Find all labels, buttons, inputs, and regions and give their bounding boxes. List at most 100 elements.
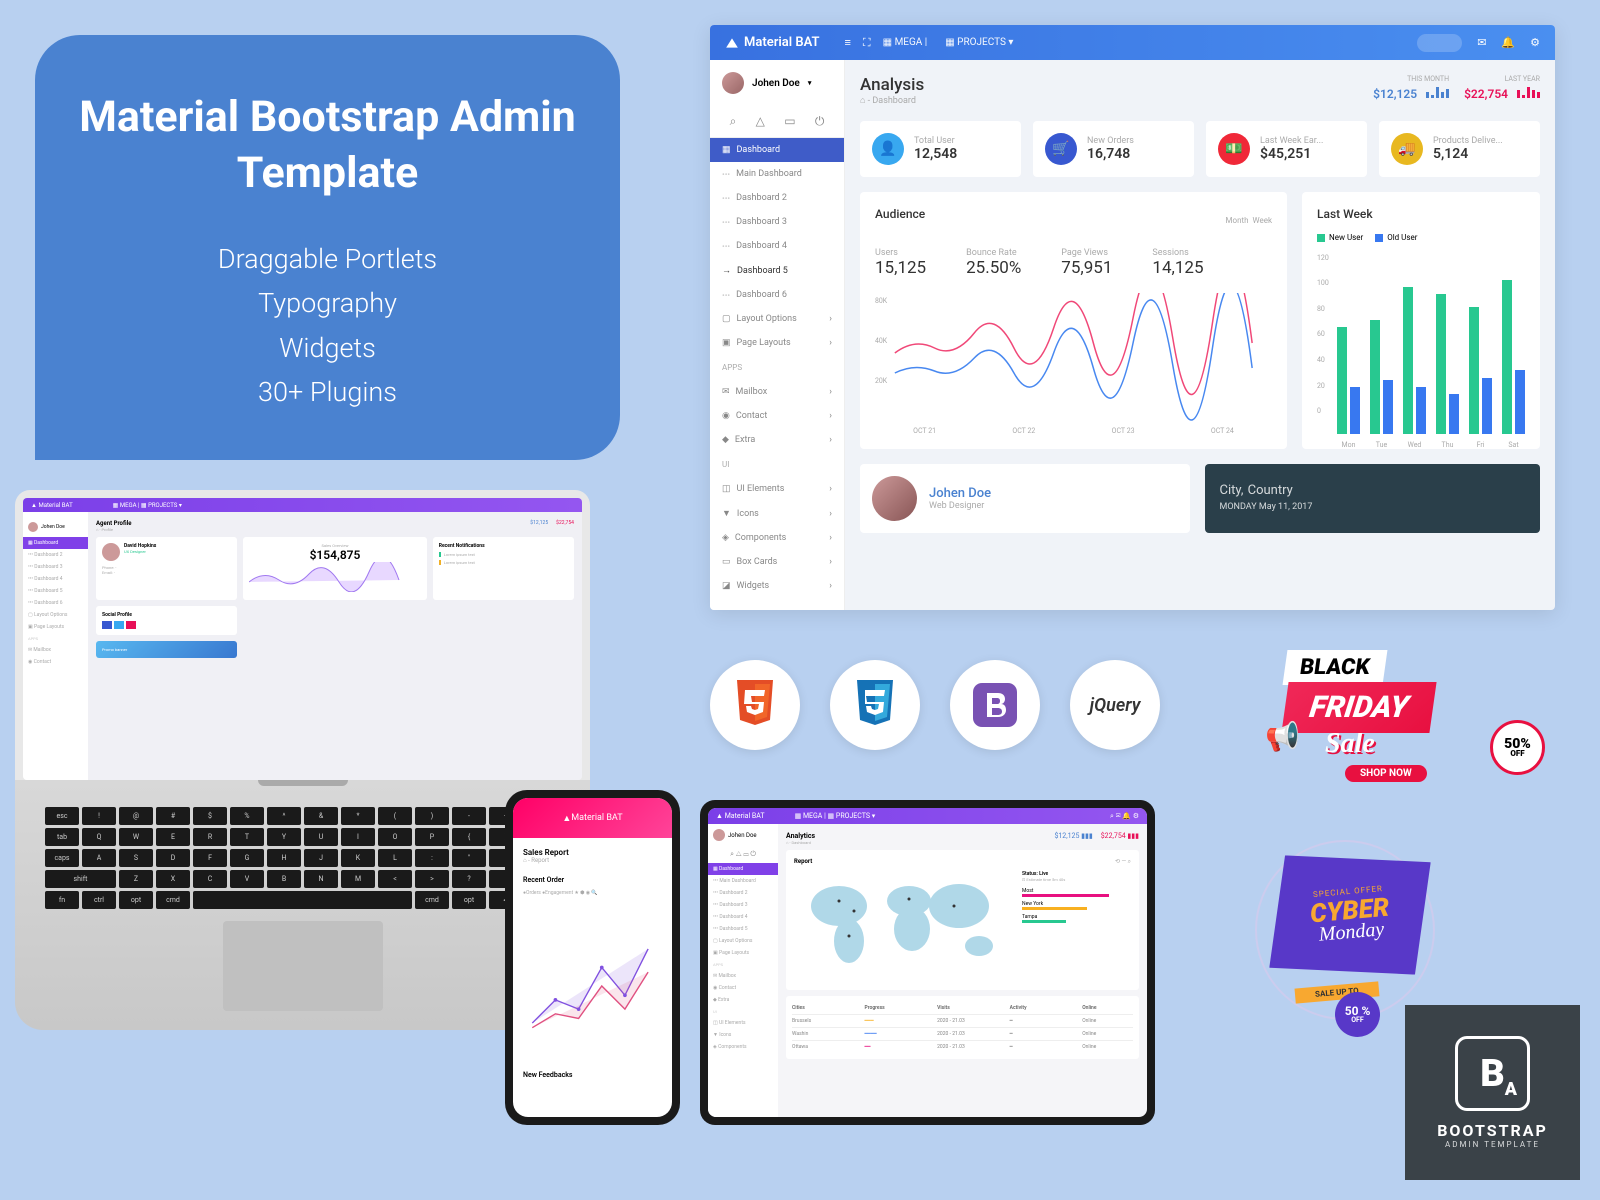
sidebar-item[interactable]: ◈ Components› xyxy=(710,526,844,550)
sidebar-user[interactable]: Johen Doe▾ xyxy=(710,60,844,106)
bf-discount-circle: 50%OFF xyxy=(1490,720,1545,775)
promo-feature: Draggable Portlets xyxy=(75,237,580,282)
profile-name: Johen Doe xyxy=(929,486,991,501)
tablet-topbar: ▲ Material BAT▦ MEGA | ▦ PROJECTS ▾⌕ ✉ 🔔… xyxy=(708,808,1147,824)
search-icon[interactable]: ⌕ xyxy=(730,114,737,129)
sidebar-header: APPS xyxy=(710,355,844,380)
bf-friday-label: FRIDAY xyxy=(1281,682,1436,733)
svg-text:40K: 40K xyxy=(875,337,888,345)
kpi-card[interactable]: 💵Last Week Ear...$45,251 xyxy=(1206,121,1367,177)
tablet-map-card: Report⟲ — ⌕ Status: Live ⊡ xyxy=(786,850,1139,990)
bf-shop-button[interactable]: SHOP NOW xyxy=(1345,765,1427,782)
last-week-card: Last Week New User Old User 120100806040… xyxy=(1302,192,1540,449)
sidebar-item[interactable]: ✉ Mailbox› xyxy=(710,380,844,404)
nav-projects[interactable]: ▦ PROJECTS ▾ xyxy=(945,37,1013,48)
sidebar-item[interactable]: ◆ Extra› xyxy=(710,428,844,452)
profile-card[interactable]: Johen DoeWeb Designer xyxy=(860,464,1190,533)
promo-feature: 30+ Plugins xyxy=(75,370,580,415)
phone-chart xyxy=(523,911,662,1061)
tablet-sidebar: Johen Doe ⌕ △ ▭ ⏻ ▦ Dashboard ••• Main D… xyxy=(708,824,778,1117)
laptop-keyboard: esc!@#$%^&*()-+⌫ tabQWERTYUIOP{}| capsAS… xyxy=(45,807,560,909)
card-title: Audience xyxy=(875,207,925,221)
black-friday-badge[interactable]: BLACK FRIDAY Sale SHOP NOW 50%OFF 📢 xyxy=(1285,650,1545,800)
menu-toggle-icon[interactable]: ≡ xyxy=(845,36,851,49)
html5-badge xyxy=(710,660,800,750)
sidebar-item[interactable]: ▣ Page Layouts› xyxy=(710,331,844,355)
sidebar-item[interactable]: ▼ Icons› xyxy=(710,501,844,526)
promo-feature: Widgets xyxy=(75,326,580,371)
bell-icon[interactable]: △ xyxy=(756,114,765,129)
sidebar-header: UI xyxy=(710,452,844,477)
laptop-trackpad xyxy=(223,921,383,1011)
brand-logo[interactable]: Material BAT xyxy=(725,35,820,50)
cm-percent-circle: 50 %OFF xyxy=(1335,992,1380,1037)
card-title: Last Week xyxy=(1317,207,1525,221)
laptop-social-card: Social Profile xyxy=(96,606,237,635)
sidebar-item[interactable]: ◉ Contact› xyxy=(710,404,844,428)
phone-section-title: Recent Order xyxy=(523,876,662,884)
laptop-page-title: Agent Profile xyxy=(96,520,131,527)
sidebar-item[interactable]: ▭ Box Cards› xyxy=(710,550,844,574)
sidebar-item[interactable]: → Dashboard 5 xyxy=(710,258,844,283)
laptop-topbar: ▲ Material BAT▦ MEGA | ▦ PROJECTS ▾ xyxy=(23,498,582,512)
avatar xyxy=(872,476,917,521)
user-icon: 👤 xyxy=(872,133,904,165)
bell-icon[interactable]: 🔔 xyxy=(1501,36,1515,49)
cm-monday-label: Monday xyxy=(1318,918,1385,947)
phone-page-title: Sales Report xyxy=(523,848,662,857)
jquery-badge: jQuery xyxy=(1070,660,1160,750)
page-title: Analysis xyxy=(860,75,924,95)
phone-footer-title: New Feedbacks xyxy=(523,1071,662,1079)
header-stat-year: LAST YEAR $22,754 xyxy=(1464,75,1540,102)
power-icon[interactable]: ⏻ xyxy=(815,114,825,129)
mail-icon[interactable]: ✉ xyxy=(1477,36,1486,49)
laptop-notif-card: Recent NotificationsLorem ipsum textLore… xyxy=(433,537,574,600)
chart-legend: New User Old User xyxy=(1317,233,1525,244)
breadcrumb[interactable]: ⌂ - Dashboard xyxy=(860,95,924,106)
phone-breadcrumb: ⌂ - Report xyxy=(523,857,662,864)
promo-title: Material Bootstrap Admin Template xyxy=(75,90,580,202)
svg-text:20K: 20K xyxy=(875,377,888,385)
phone-mockup: ▲ Material BAT Sales Report ⌂ - Report R… xyxy=(505,790,680,1125)
kpi-card[interactable]: 👤Total User12,548 xyxy=(860,121,1021,177)
period-month[interactable]: Month xyxy=(1226,216,1249,225)
laptop-profile-card: David HopkinsUX DesignerPhone: -Email: - xyxy=(96,537,237,600)
gear-icon[interactable]: ⚙ xyxy=(1530,36,1540,49)
sidebar-item[interactable]: ◫ UI Elements› xyxy=(710,477,844,501)
tablet-table: CitiesProgressVisitsActivityOnline Bruss… xyxy=(786,996,1139,1059)
dashboard-preview: Material BAT ≡ ⛶ ▦ MEGA | ▦ PROJECTS ▾ ✉… xyxy=(710,25,1555,610)
nav-mega[interactable]: ▦ MEGA | xyxy=(883,37,928,48)
dashboard-topbar: Material BAT ≡ ⛶ ▦ MEGA | ▦ PROJECTS ▾ ✉… xyxy=(710,25,1555,60)
sidebar-item[interactable]: ◪ Widgets› xyxy=(710,574,844,598)
tablet-page-title: Analytics xyxy=(786,832,815,840)
sidebar-item[interactable]: ▢ Layout Options› xyxy=(710,307,844,331)
avatar xyxy=(722,72,744,94)
city-card: City, Country MONDAY May 11, 2017 xyxy=(1205,464,1541,533)
header-stat-month: THIS MONTH $12,125 xyxy=(1373,75,1449,102)
fullscreen-icon[interactable]: ⛶ xyxy=(863,36,871,50)
sidebar-item[interactable]: •••Dashboard 3 xyxy=(710,210,844,234)
megaphone-icon: 📢 xyxy=(1265,720,1300,753)
period-week[interactable]: Week xyxy=(1252,216,1272,225)
audience-line-chart: 80K 40K 20K OCT 21OCT 22OCT 23OCT 24 xyxy=(875,293,1272,423)
ba-icon: BA xyxy=(1455,1036,1530,1111)
sidebar-item[interactable]: •••Main Dashboard xyxy=(710,162,844,186)
promo-card: Material Bootstrap Admin Template Dragga… xyxy=(35,35,620,460)
kpi-card[interactable]: 🛒New Orders16,748 xyxy=(1033,121,1194,177)
search-input[interactable] xyxy=(1417,34,1462,52)
world-map-icon xyxy=(794,871,1014,976)
sidebar-item[interactable]: •••Dashboard 4 xyxy=(710,234,844,258)
laptop-mockup: ▲ Material BAT▦ MEGA | ▦ PROJECTS ▾ Johe… xyxy=(15,490,590,1030)
audience-metric: Sessions14,125 xyxy=(1152,248,1203,278)
laptop-ad-card: Promo banner xyxy=(96,641,237,658)
kpi-card[interactable]: 🚚Products Delive...5,124 xyxy=(1379,121,1540,177)
css3-badge xyxy=(830,660,920,750)
money-icon: 💵 xyxy=(1218,133,1250,165)
kpi-row: 👤Total User12,548 🛒New Orders16,748 💵Las… xyxy=(860,121,1540,177)
sidebar-dashboard[interactable]: ▦ Dashboard xyxy=(710,138,844,162)
sidebar-item[interactable]: •••Dashboard 6 xyxy=(710,283,844,307)
sidebar-item[interactable]: •••Dashboard 2 xyxy=(710,186,844,210)
phone-topbar: ▲ Material BAT xyxy=(513,798,672,838)
bootstrap-badge xyxy=(950,660,1040,750)
chat-icon[interactable]: ▭ xyxy=(784,114,795,129)
